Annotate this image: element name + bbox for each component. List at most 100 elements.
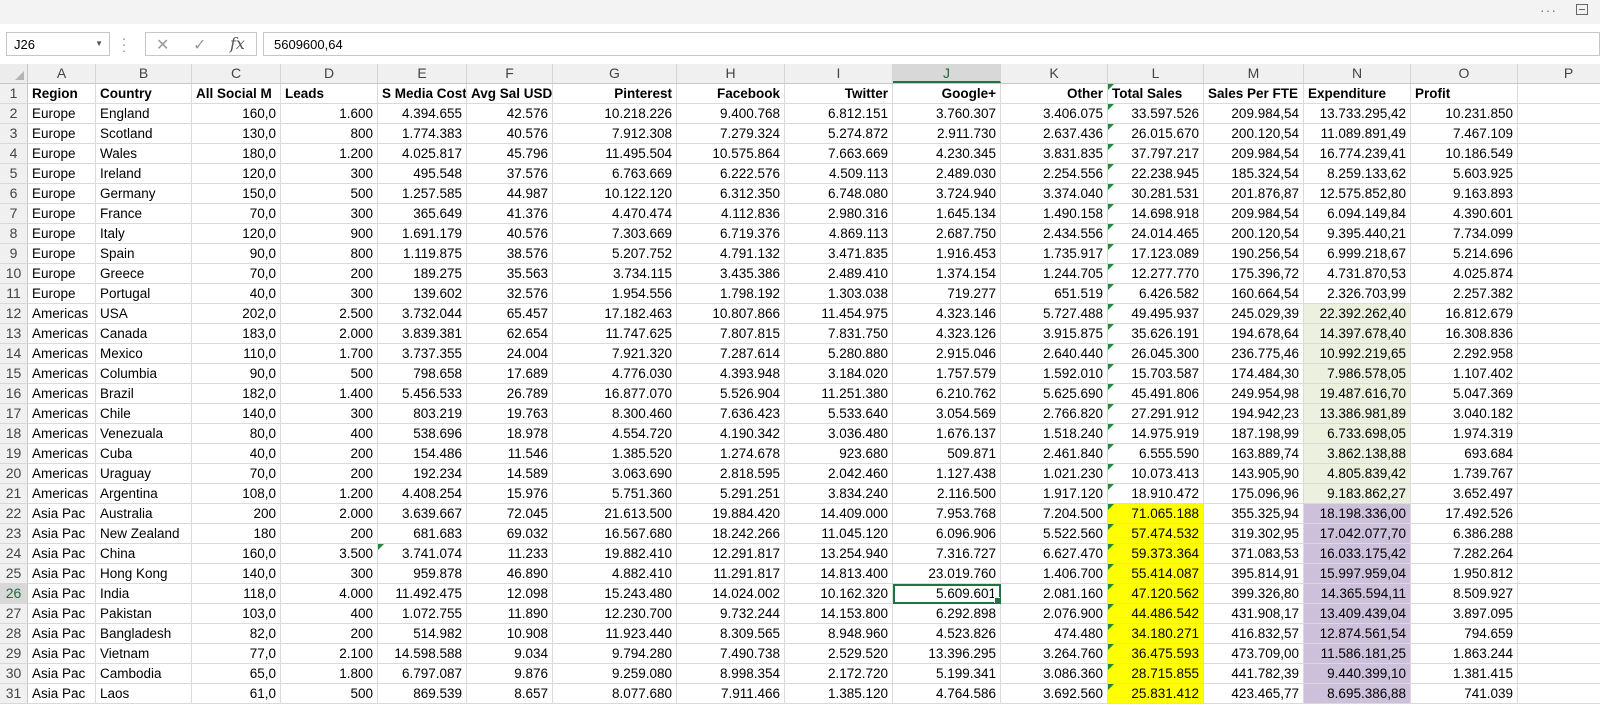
cell-a[interactable]: Americas — [28, 424, 96, 444]
cell-f[interactable]: 62.654 — [467, 324, 553, 344]
cell-k[interactable]: 474.480 — [1001, 624, 1108, 644]
cell-c[interactable]: 108,0 — [192, 484, 281, 504]
cell-o[interactable]: 2.257.382 — [1411, 284, 1518, 304]
cell-p[interactable]: 7 — [1518, 464, 1600, 484]
cell-p[interactable]: 18 — [1518, 144, 1600, 164]
column-header-p[interactable]: P — [1518, 64, 1600, 83]
cell-l[interactable]: 25.831.412 — [1108, 684, 1204, 704]
cell-p[interactable]: 4 — [1518, 444, 1600, 464]
cell-d[interactable]: 2.000 — [281, 324, 378, 344]
cell-a[interactable]: Americas — [28, 364, 96, 384]
cell-c[interactable]: 160,0 — [192, 104, 281, 124]
cell-j[interactable]: 2.915.046 — [893, 344, 1001, 364]
column-title-e[interactable]: S Media Cost — [378, 84, 467, 104]
cell-c[interactable]: 118,0 — [192, 584, 281, 604]
cell-l[interactable]: 6.426.582 — [1108, 284, 1204, 304]
cell-a[interactable]: Asia Pac — [28, 604, 96, 624]
cell-n[interactable]: 11.586.181,25 — [1304, 644, 1411, 664]
cell-l[interactable]: 28.715.855 — [1108, 664, 1204, 684]
cell-h[interactable]: 8.309.565 — [677, 624, 785, 644]
cell-k[interactable]: 3.915.875 — [1001, 324, 1108, 344]
cell-o[interactable]: 4.390.601 — [1411, 204, 1518, 224]
cell-f[interactable]: 41.376 — [467, 204, 553, 224]
cell-f[interactable]: 10.908 — [467, 624, 553, 644]
cell-c[interactable]: 77,0 — [192, 644, 281, 664]
cell-g[interactable]: 3.063.690 — [553, 464, 677, 484]
formula-input[interactable]: 5609600,64 — [263, 32, 1600, 56]
cell-e[interactable]: 798.658 — [378, 364, 467, 384]
row-header[interactable]: 15 — [0, 364, 28, 384]
cell-h[interactable]: 3.435.386 — [677, 264, 785, 284]
cell-d[interactable]: 200 — [281, 444, 378, 464]
cell-a[interactable]: Americas — [28, 404, 96, 424]
cell-a[interactable]: Americas — [28, 444, 96, 464]
column-title-c[interactable]: All Social M — [192, 84, 281, 104]
cell-d[interactable]: 2.100 — [281, 644, 378, 664]
column-header-o[interactable]: O — [1411, 64, 1518, 83]
cell-f[interactable]: 19.763 — [467, 404, 553, 424]
cell-j[interactable]: 1.676.137 — [893, 424, 1001, 444]
row-header[interactable]: 27 — [0, 604, 28, 624]
cell-o[interactable]: 1.950.812 — [1411, 564, 1518, 584]
row-header[interactable]: 19 — [0, 444, 28, 464]
cell-i[interactable]: 3.184.020 — [785, 364, 893, 384]
cell-i[interactable]: 5.280.880 — [785, 344, 893, 364]
cell-f[interactable]: 8.657 — [467, 684, 553, 704]
cell-n[interactable]: 4.731.870,53 — [1304, 264, 1411, 284]
cell-n[interactable]: 22.392.262,40 — [1304, 304, 1411, 324]
row-header[interactable]: 10 — [0, 264, 28, 284]
cell-i[interactable]: 6.748.080 — [785, 184, 893, 204]
row-header[interactable]: 12 — [0, 304, 28, 324]
cell-g[interactable]: 5.207.752 — [553, 244, 677, 264]
cell-f[interactable]: 46.890 — [467, 564, 553, 584]
cell-e[interactable]: 365.649 — [378, 204, 467, 224]
cell-o[interactable]: 794.659 — [1411, 624, 1518, 644]
cell-n[interactable]: 17.042.077,70 — [1304, 524, 1411, 544]
cell-n[interactable]: 4.805.839,42 — [1304, 464, 1411, 484]
cell-f[interactable]: 14.589 — [467, 464, 553, 484]
cell-b[interactable]: Greece — [96, 264, 192, 284]
cell-a[interactable]: Americas — [28, 464, 96, 484]
cell-a[interactable]: Asia Pac — [28, 524, 96, 544]
cell-o[interactable]: 16.812.679 — [1411, 304, 1518, 324]
cell-k[interactable]: 3.692.560 — [1001, 684, 1108, 704]
cell-k[interactable]: 3.264.760 — [1001, 644, 1108, 664]
cell-o[interactable]: 741.039 — [1411, 684, 1518, 704]
cell-o[interactable]: 10.186.549 — [1411, 144, 1518, 164]
cell-j[interactable]: 2.489.030 — [893, 164, 1001, 184]
cell-c[interactable]: 40,0 — [192, 444, 281, 464]
cell-g[interactable]: 11.495.504 — [553, 144, 677, 164]
cell-k[interactable]: 2.076.900 — [1001, 604, 1108, 624]
cell-d[interactable]: 1.200 — [281, 484, 378, 504]
cell-c[interactable]: 120,0 — [192, 224, 281, 244]
cell-p[interactable]: 7 — [1518, 644, 1600, 664]
cell-h[interactable]: 1.274.678 — [677, 444, 785, 464]
cell-f[interactable]: 45.796 — [467, 144, 553, 164]
cell-e[interactable]: 1.691.179 — [378, 224, 467, 244]
column-header-f[interactable]: F — [467, 64, 553, 83]
column-title-f[interactable]: Avg Sal USD — [467, 84, 553, 104]
cell-p[interactable]: 18 — [1518, 384, 1600, 404]
column-header-e[interactable]: E — [378, 64, 467, 83]
cell-o[interactable]: 1.381.415 — [1411, 664, 1518, 684]
cell-i[interactable]: 2.042.460 — [785, 464, 893, 484]
cell-g[interactable]: 1.954.556 — [553, 284, 677, 304]
cell-b[interactable]: Pakistan — [96, 604, 192, 624]
cell-i[interactable]: 2.489.410 — [785, 264, 893, 284]
cell-a[interactable]: Europe — [28, 184, 96, 204]
cell-f[interactable]: 69.032 — [467, 524, 553, 544]
cell-a[interactable]: Europe — [28, 264, 96, 284]
column-header-a[interactable]: A — [28, 64, 96, 83]
cell-c[interactable]: 160,0 — [192, 544, 281, 564]
cell-l[interactable]: 36.475.593 — [1108, 644, 1204, 664]
cell-h[interactable]: 2.818.595 — [677, 464, 785, 484]
cell-f[interactable]: 12.098 — [467, 584, 553, 604]
cell-l[interactable]: 49.495.937 — [1108, 304, 1204, 324]
cell-g[interactable]: 4.554.720 — [553, 424, 677, 444]
cell-n[interactable]: 8.695.386,88 — [1304, 684, 1411, 704]
cell-l[interactable]: 14.975.919 — [1108, 424, 1204, 444]
cell-k[interactable]: 5.522.560 — [1001, 524, 1108, 544]
cell-a[interactable]: Americas — [28, 384, 96, 404]
cell-m[interactable]: 355.325,94 — [1204, 504, 1304, 524]
cell-c[interactable]: 150,0 — [192, 184, 281, 204]
